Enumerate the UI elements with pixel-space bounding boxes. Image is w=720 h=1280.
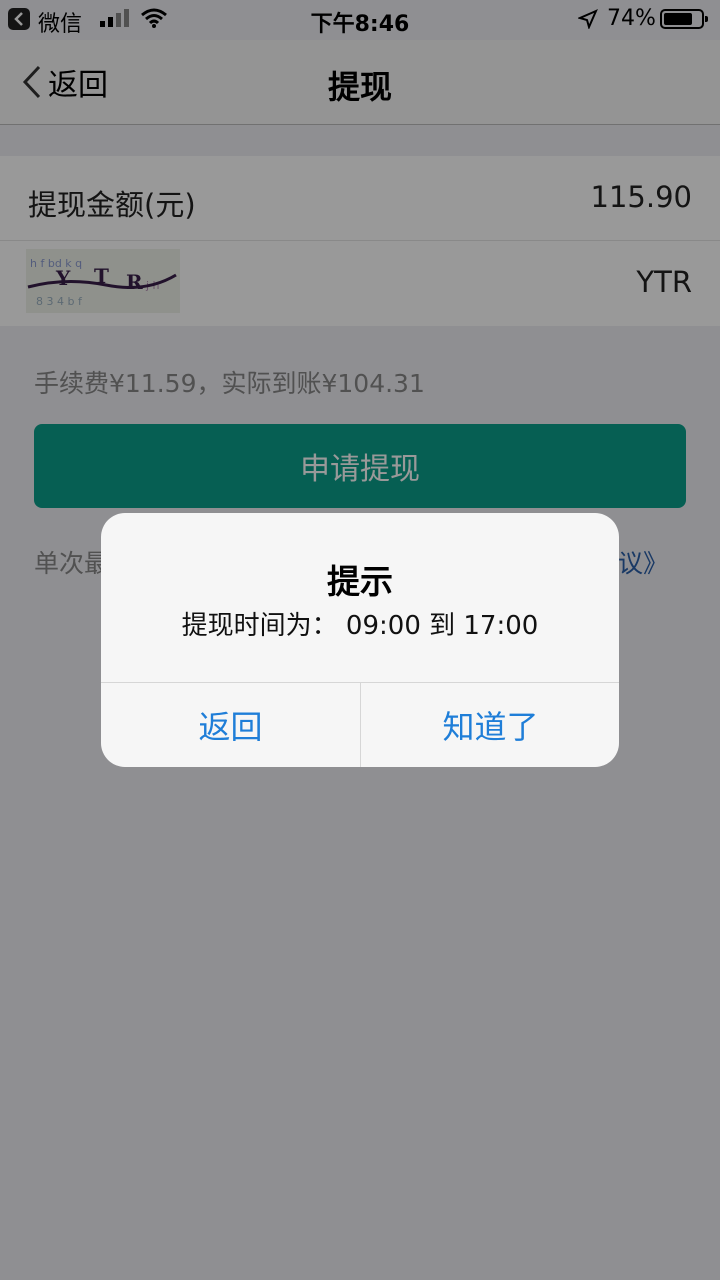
alert-message: 提现时间为： 09:00 到 17:00 <box>181 611 539 641</box>
alert-ok-button[interactable]: 知道了 <box>361 683 619 767</box>
alert-dialog: 提示 提现时间为： 09:00 到 17:00 返回 知道了 <box>101 513 619 767</box>
alert-back-button[interactable]: 返回 <box>101 683 360 767</box>
alert-title: 提示 <box>327 562 393 601</box>
